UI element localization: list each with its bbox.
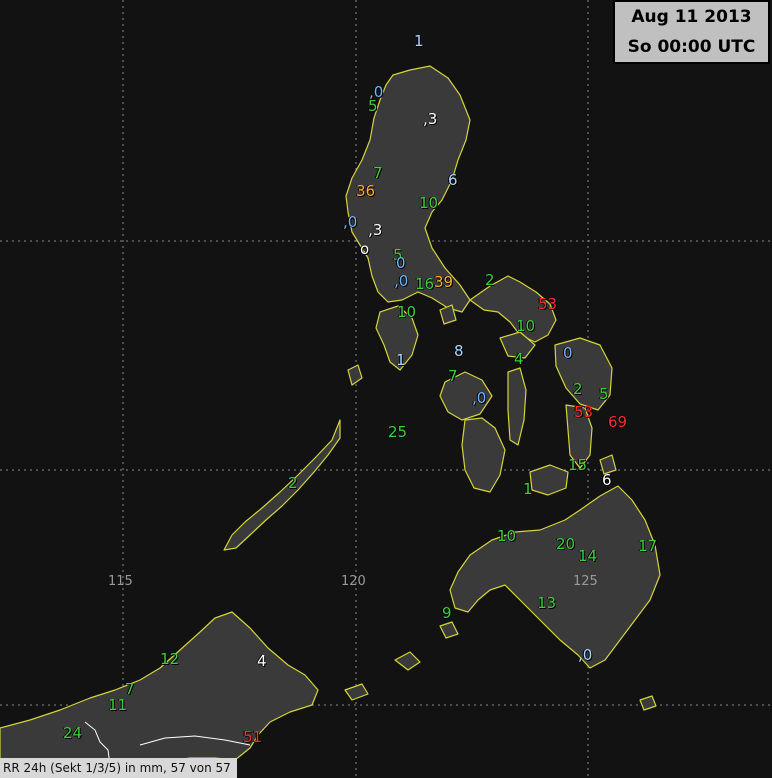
station-value: 2 [288, 474, 298, 492]
station-value: 0 [396, 254, 406, 272]
station-value: 7 [373, 164, 383, 182]
station-value: ,0 [472, 389, 487, 407]
station-value: 13 [537, 594, 557, 612]
date-label: Aug 11 2013 [631, 7, 752, 27]
station-value: 10 [516, 317, 536, 335]
station-value: ,3 [423, 110, 438, 128]
datetime-box: Aug 11 2013 So 00:00 UTC [613, 0, 770, 64]
station-value: 9 [442, 604, 452, 622]
station-value: 39 [434, 273, 454, 291]
station-value: 53 [574, 403, 594, 421]
station-value: ,0 [578, 646, 593, 664]
station-value: 25 [388, 423, 408, 441]
station-value: 6 [602, 471, 612, 489]
station-value: 8 [454, 342, 464, 360]
station-value: 1 [523, 480, 533, 498]
station-value: 1 [396, 351, 406, 369]
longitude-label-125: 125 [573, 574, 598, 589]
station-value: 7 [125, 680, 135, 698]
map-canvas [0, 0, 772, 778]
station-value: 11 [108, 696, 128, 714]
station-value: 7 [448, 367, 458, 385]
station-value: 69 [608, 413, 628, 431]
station-value: 36 [356, 182, 376, 200]
station-value: ,0 [343, 213, 358, 231]
station-value: 16 [415, 275, 435, 293]
station-value: 2 [573, 380, 583, 398]
legend-caption: RR 24h (Sekt 1/3/5) in mm, 57 von 57 [0, 758, 237, 778]
station-value: 1 [414, 32, 424, 50]
station-value: 6 [448, 171, 458, 189]
longitude-label-120: 120 [341, 574, 366, 589]
station-value: 0 [563, 344, 573, 362]
station-value: 17 [638, 537, 658, 555]
station-value: ,3 [368, 221, 383, 239]
station-value: 15 [568, 456, 588, 474]
station-value: 12 [160, 650, 180, 668]
time-label: So 00:00 UTC [627, 37, 756, 57]
station-value: 2 [485, 271, 495, 289]
station-value: 10 [397, 303, 417, 321]
station-value: 5 [368, 97, 378, 115]
station-value: 4 [257, 652, 267, 670]
station-value: 10 [497, 527, 517, 545]
longitude-label-115: 115 [108, 574, 133, 589]
station-value: 14 [578, 547, 598, 565]
station-value: 20 [556, 535, 576, 553]
station-value: 51 [243, 728, 263, 746]
station-value: o [360, 240, 370, 258]
station-value: 53 [538, 295, 558, 313]
station-value: 5 [599, 385, 609, 403]
station-value: 24 [63, 724, 83, 742]
station-value: ,0 [394, 272, 409, 290]
station-value: 4 [514, 350, 524, 368]
station-value: 10 [419, 194, 439, 212]
